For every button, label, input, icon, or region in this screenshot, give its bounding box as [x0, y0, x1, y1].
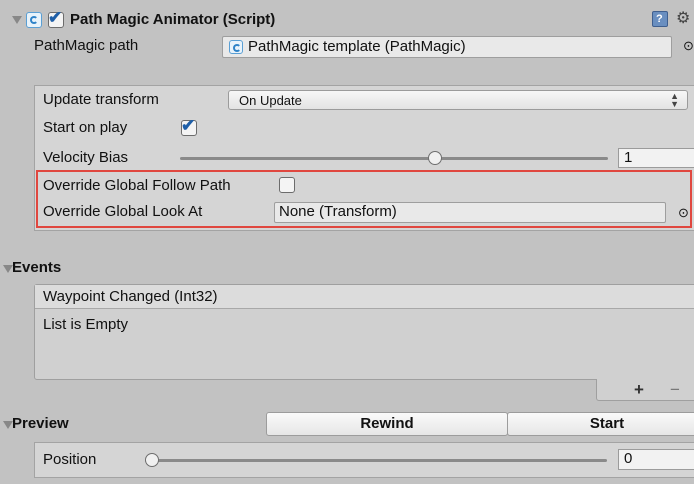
update-transform-label: Update transform [43, 91, 159, 108]
override-lookat-value: None (Transform) [279, 203, 397, 220]
override-follow-label: Override Global Follow Path [43, 177, 231, 194]
gear-icon[interactable]: ⚙ [676, 9, 690, 29]
component-foldout-arrow-icon[interactable] [12, 16, 22, 24]
pathmagic-path-field[interactable]: PathMagic template (PathMagic) [222, 36, 672, 58]
rewind-button[interactable]: Rewind [266, 412, 508, 436]
position-track [145, 459, 607, 462]
velocity-bias-value: 1 [624, 149, 633, 166]
update-transform-dropdown[interactable]: On Update ▲ ▼ [228, 90, 688, 110]
position-input[interactable]: 0 [618, 449, 694, 470]
velocity-bias-slider[interactable] [180, 150, 608, 166]
velocity-bias-thumb[interactable] [428, 151, 442, 165]
waypoint-changed-header: Waypoint Changed (Int32) [35, 285, 694, 309]
pathmagic-path-value: PathMagic template (PathMagic) [248, 38, 466, 55]
velocity-bias-track [180, 157, 608, 160]
override-lookat-field[interactable]: None (Transform) [274, 202, 666, 223]
pathmagic-asset-icon [229, 40, 243, 54]
add-listener-button[interactable]: + [634, 380, 644, 400]
pathmagic-path-label: PathMagic path [34, 37, 139, 54]
override-lookat-label: Override Global Look At [43, 203, 203, 220]
velocity-bias-label: Velocity Bias [43, 149, 129, 166]
checkbox-tick-icon: ✔ [48, 8, 63, 27]
position-label: Position [43, 451, 97, 468]
start-button[interactable]: Start [507, 412, 694, 436]
waypoint-changed-event: Waypoint Changed (Int32) List is Empty [34, 284, 694, 380]
object-picker-icon[interactable]: ⊙ [683, 36, 694, 56]
preview-header[interactable]: Preview [12, 414, 69, 434]
component-enabled-checkbox[interactable]: ✔ [48, 8, 64, 28]
position-value: 0 [624, 450, 633, 467]
start-on-play-checkbox[interactable]: ✔ [181, 116, 197, 136]
list-empty-text: List is Empty [43, 316, 129, 333]
override-follow-checkbox[interactable] [279, 177, 295, 193]
remove-listener-button[interactable]: − [670, 380, 680, 400]
object-picker-icon[interactable]: ⊙ [678, 203, 689, 223]
script-icon [26, 12, 42, 28]
update-transform-value: On Update [239, 93, 302, 108]
events-header[interactable]: Events [12, 258, 61, 278]
checkbox-tick-icon: ✔ [181, 116, 196, 135]
dropdown-arrows-icon: ▲ ▼ [670, 91, 679, 109]
velocity-bias-input[interactable]: 1 [618, 148, 694, 168]
start-on-play-label: Start on play [43, 119, 128, 136]
help-book-icon[interactable]: ? [652, 11, 668, 27]
component-title: Path Magic Animator (Script) [70, 11, 276, 28]
position-thumb[interactable] [145, 453, 159, 467]
waypoint-changed-title: Waypoint Changed (Int32) [43, 288, 218, 305]
position-slider[interactable] [145, 452, 607, 468]
